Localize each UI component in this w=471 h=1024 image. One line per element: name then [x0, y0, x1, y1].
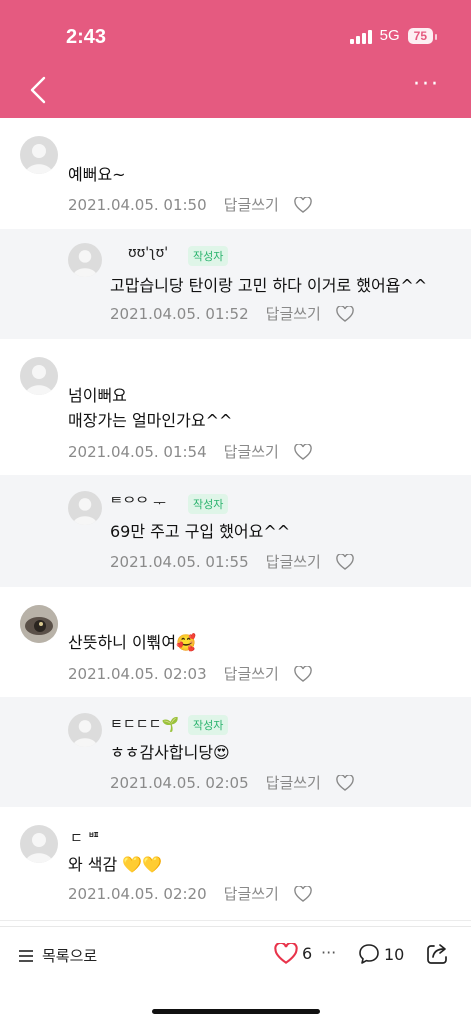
comment-button[interactable]: 10	[358, 943, 404, 965]
reply-button[interactable]: 답글쓰기	[266, 303, 321, 324]
divider	[0, 920, 471, 921]
avatar[interactable]	[20, 136, 58, 174]
heart-outline-icon[interactable]	[294, 884, 312, 902]
reply-item: ʊʊ'ʅʊ' 작성자 고맙습니당 탄이랑 고민 하다 이거로 했어욥^^ 202…	[0, 229, 471, 339]
comment-text: 산뜻하니 이뿪여🥰	[68, 633, 197, 652]
signal-icon	[349, 28, 372, 44]
reply-button[interactable]: 답글쓰기	[224, 883, 279, 904]
comment-meta: 2021.04.05. 02:05 답글쓰기	[110, 772, 354, 793]
avatar[interactable]	[68, 713, 102, 747]
heart-outline-icon[interactable]	[336, 773, 354, 791]
separator-dots: ···	[321, 943, 337, 962]
comment-author[interactable]: ㄷ ᄪ	[70, 828, 100, 848]
list-icon	[19, 949, 33, 962]
comment-date: 2021.04.05. 02:05	[110, 773, 249, 792]
author-badge: 작성자	[188, 494, 229, 514]
reply-button[interactable]: 답글쓰기	[266, 772, 321, 793]
default-avatar-icon	[72, 498, 98, 525]
avatar[interactable]	[20, 825, 58, 863]
speech-bubble-icon	[359, 944, 379, 964]
comment-text: 매장가는 얼마인가요^^	[68, 411, 233, 430]
profile-photo-icon	[20, 605, 58, 643]
heart-outline-icon[interactable]	[336, 304, 354, 322]
comment-author[interactable]: ㅌㄷㄷㄷ🌱	[110, 714, 179, 734]
comment-date: 2021.04.05. 01:50	[68, 195, 207, 214]
avatar[interactable]	[68, 491, 102, 525]
comment-date: 2021.04.05. 01:54	[68, 442, 207, 461]
comment-text: ㅎㅎ감사합니당😍	[110, 743, 230, 762]
app-header: 2:43 5G 75 ···	[0, 0, 471, 118]
default-avatar-icon	[25, 144, 53, 174]
battery-icon: 75	[407, 27, 438, 44]
reply-button[interactable]: 답글쓰기	[224, 441, 279, 462]
page-title	[160, 82, 300, 100]
share-button[interactable]	[424, 941, 450, 967]
author-badge: 작성자	[188, 715, 229, 735]
comment-date: 2021.04.05. 01:52	[110, 304, 249, 323]
comment-meta: 2021.04.05. 02:20 답글쓰기	[68, 883, 312, 904]
back-button[interactable]	[24, 72, 54, 108]
comment-text: 69만 주고 구입 했어요^^	[110, 522, 291, 541]
comment-text: 와 색감 💛💛	[68, 855, 163, 874]
comment-item: ㄷ ᄪ 와 색감 💛💛 2021.04.05. 02:20 답글쓰기	[0, 807, 471, 919]
heart-outline-icon[interactable]	[336, 552, 354, 570]
comment-item: 예뻐요~ 2021.04.05. 01:50 답글쓰기	[0, 118, 471, 229]
reply-item: ᄐᄋᄋ ᅮ 작성자 69만 주고 구입 했어요^^ 2021.04.05. 01…	[0, 475, 471, 587]
comment-date: 2021.04.05. 02:20	[68, 884, 207, 903]
author-badge: 작성자	[188, 246, 229, 266]
home-indicator	[152, 1009, 320, 1014]
comment-text: 고맙습니당 탄이랑 고민 하다 이거로 했어욥^^	[110, 276, 428, 295]
comment-meta: 2021.04.05. 01:55 답글쓰기	[110, 551, 354, 572]
avatar[interactable]	[68, 243, 102, 277]
comment-item: 산뜻하니 이뿪여🥰 2021.04.05. 02:03 답글쓰기	[0, 587, 471, 697]
default-avatar-icon	[72, 250, 98, 277]
reply-item: ㅌㄷㄷㄷ🌱 작성자 ㅎㅎ감사합니당😍 2021.04.05. 02:05 답글쓰…	[0, 697, 471, 807]
like-count: 6	[302, 944, 313, 963]
comment-author[interactable]: ᄐᄋᄋ ᅮ	[110, 493, 166, 513]
comment-meta: 2021.04.05. 01:54 답글쓰기	[68, 441, 312, 462]
default-avatar-icon	[25, 365, 53, 395]
comment-item: 넘이뻐요 매장가는 얼마인가요^^ 2021.04.05. 01:54 답글쓰기	[0, 339, 471, 475]
comment-date: 2021.04.05. 01:55	[110, 552, 249, 571]
share-icon	[427, 944, 447, 964]
comment-meta: 2021.04.05. 01:52 답글쓰기	[110, 303, 354, 324]
reply-button[interactable]: 답글쓰기	[266, 551, 321, 572]
heart-outline-icon[interactable]	[294, 195, 312, 213]
comment-author[interactable]: ʊʊ'ʅʊ'	[128, 245, 168, 261]
comment-date: 2021.04.05. 02:03	[68, 664, 207, 683]
comment-text: 예뻐요~	[68, 165, 126, 184]
chevron-left-icon	[30, 76, 46, 104]
back-to-list-label: 목록으로	[42, 947, 98, 965]
heart-icon	[274, 943, 298, 964]
comment-count: 10	[384, 944, 405, 964]
reply-button[interactable]: 답글쓰기	[224, 194, 279, 215]
comment-text: 넘이뻐요	[68, 386, 127, 405]
more-options-button[interactable]: ···	[413, 74, 443, 100]
reply-button[interactable]: 답글쓰기	[224, 663, 279, 684]
avatar[interactable]	[20, 605, 58, 643]
default-avatar-icon	[72, 720, 98, 747]
status-time: 2:43	[66, 26, 107, 48]
comment-meta: 2021.04.05. 01:50 답글쓰기	[68, 194, 312, 215]
heart-outline-icon[interactable]	[294, 442, 312, 460]
network-type: 5G	[379, 27, 400, 44]
like-button[interactable]: 6	[274, 943, 312, 964]
status-indicators: 5G 75	[349, 27, 438, 44]
default-avatar-icon	[25, 833, 53, 863]
back-to-list-button[interactable]: 목록으로	[18, 945, 97, 966]
avatar[interactable]	[20, 357, 58, 395]
heart-outline-icon[interactable]	[294, 664, 312, 682]
comment-meta: 2021.04.05. 02:03 답글쓰기	[68, 663, 312, 684]
